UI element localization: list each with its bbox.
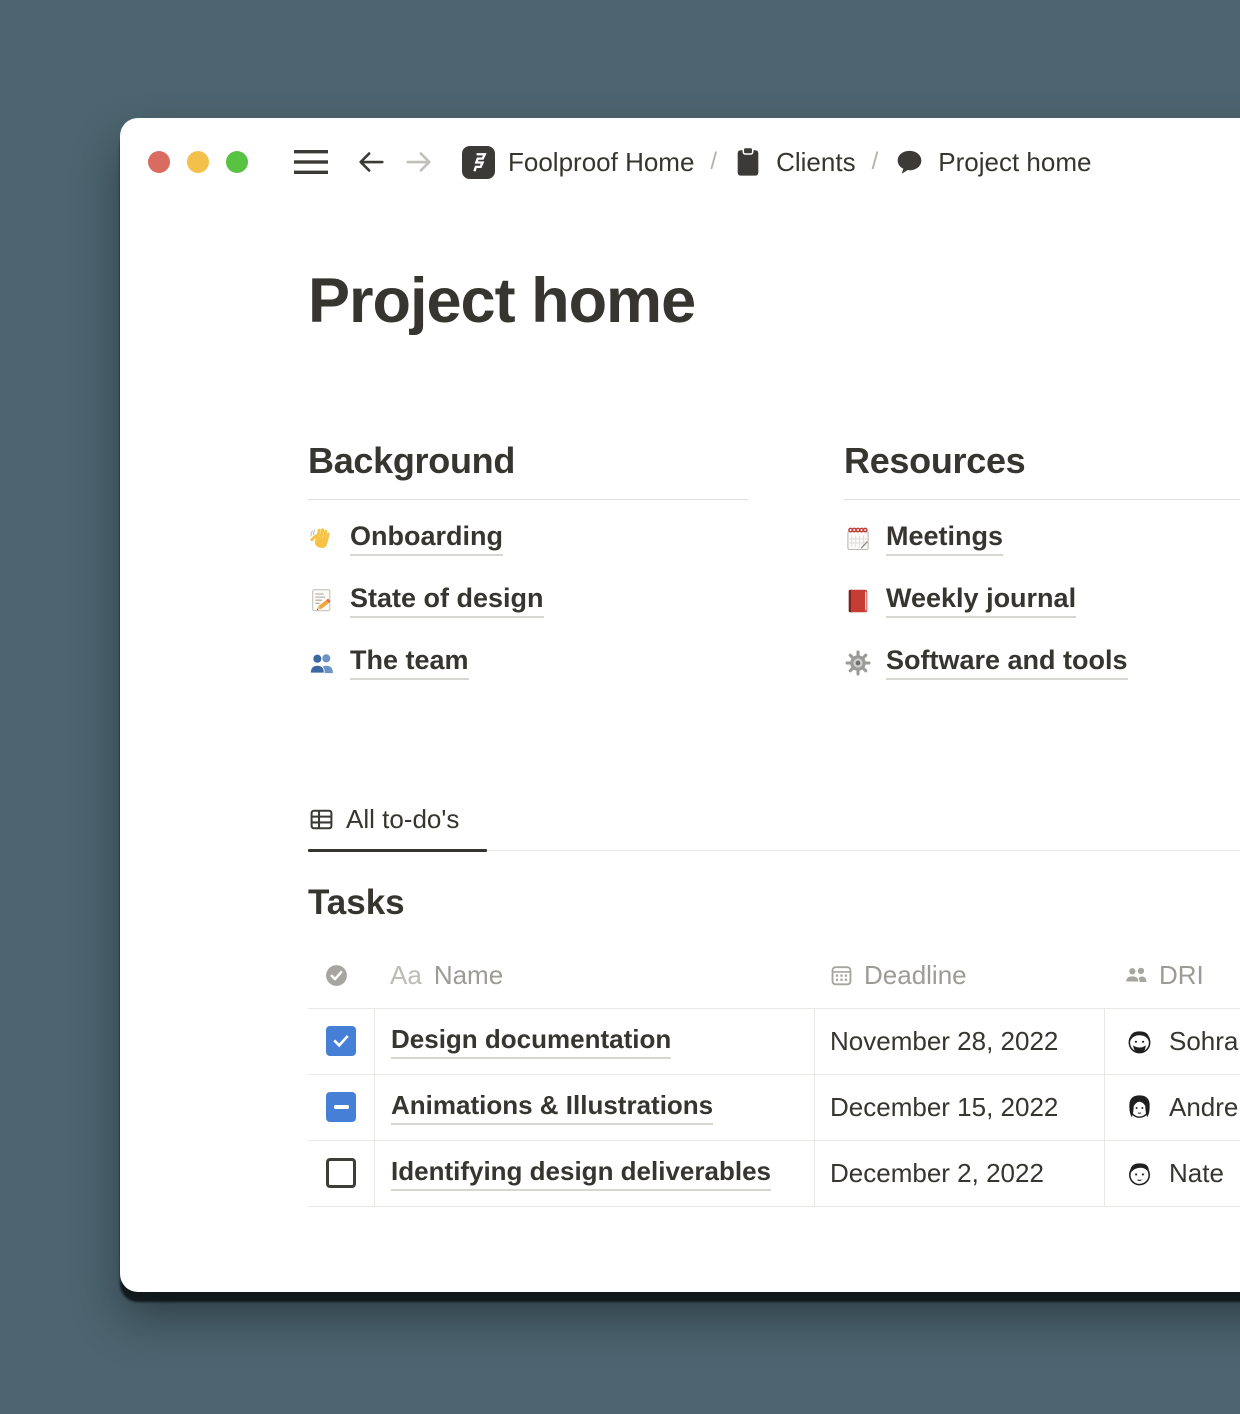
task-checkbox[interactable] [326,1026,356,1056]
task-checkbox[interactable] [326,1158,356,1188]
gear-icon [844,649,872,677]
speech-bubble-icon [894,147,925,178]
page-link-label[interactable]: The team [350,645,469,680]
avatar [1124,1026,1155,1057]
column-label: Name [434,960,503,991]
waving-hand-icon [308,525,336,553]
divider [308,499,748,500]
red-book-icon [844,587,872,615]
breadcrumb-separator: / [710,148,717,176]
link-row-the-team[interactable]: The team [308,632,748,694]
app-window: Foolproof Home / Clients / Project home … [120,118,1240,1292]
breadcrumb-item-project-home[interactable]: Project home [894,147,1091,178]
forward-arrow-icon[interactable] [404,147,434,177]
section-resources: Resources [844,440,1240,694]
close-window-button[interactable] [148,151,170,173]
avatar [1124,1158,1155,1189]
task-name-cell[interactable]: Design documentation [374,1009,814,1074]
calendar-icon [829,963,854,988]
two-busts-icon [308,649,336,677]
task-deadline-cell[interactable]: November 28, 2022 [814,1009,1104,1074]
breadcrumb-label: Clients [776,147,855,178]
deadline-value: December 15, 2022 [830,1092,1058,1123]
section-background: Background [308,440,748,694]
task-dri-cell[interactable]: Nate [1104,1141,1240,1206]
table-row: Animations & Illustrations December 15, … [308,1075,1240,1141]
task-dri-cell[interactable]: Andre [1104,1075,1240,1140]
page-link-label[interactable]: Weekly journal [886,583,1076,618]
breadcrumb-item-workspace[interactable]: Foolproof Home [462,146,694,179]
column-header-deadline[interactable]: Deadline [814,943,1104,1008]
foolproof-logo-icon [462,146,495,179]
page-link-label[interactable]: Software and tools [886,645,1128,680]
section-heading: Background [308,440,748,482]
dri-name: Andre [1169,1092,1238,1123]
column-label: Deadline [864,960,967,991]
link-row-state-of-design[interactable]: State of design [308,570,748,632]
menu-icon[interactable] [294,149,328,175]
back-arrow-icon[interactable] [356,147,386,177]
link-row-weekly-journal[interactable]: Weekly journal [844,570,1240,632]
tab-all-todos[interactable]: All to-do's [308,804,487,850]
breadcrumb-label: Project home [938,147,1091,178]
clipboard-icon [733,146,763,178]
breadcrumb-separator: / [872,148,879,176]
link-row-meetings[interactable]: Meetings [844,508,1240,570]
tasks-table: Aa Name Deadline [308,943,1240,1207]
column-header-name[interactable]: Aa Name [374,943,814,1008]
minimize-window-button[interactable] [187,151,209,173]
tasks-title: Tasks [308,883,1240,923]
spiral-calendar-icon [844,525,872,553]
dri-name: Nate [1169,1158,1224,1189]
page-link-label[interactable]: Meetings [886,521,1003,556]
tab-label: All to-do's [346,804,459,835]
task-name-cell[interactable]: Identifying design deliverables [374,1141,814,1206]
table-row: Identifying design deliverables December… [308,1141,1240,1207]
breadcrumb-label: Foolproof Home [508,147,694,178]
table-view-icon [308,806,335,833]
dri-name: Sohra [1169,1026,1238,1057]
memo-pencil-icon [308,587,336,615]
section-heading: Resources [844,440,1240,482]
column-header-done[interactable] [308,943,374,1008]
page-content: Project home Background [120,180,1240,1207]
task-dri-cell[interactable]: Sohra [1104,1009,1240,1074]
link-row-software-and-tools[interactable]: Software and tools [844,632,1240,694]
table-row: Design documentation November 28, 2022 [308,1009,1240,1075]
divider [844,499,1240,500]
link-row-onboarding[interactable]: Onboarding [308,508,748,570]
breadcrumb-item-clients[interactable]: Clients [733,146,855,178]
page-link-label[interactable]: Onboarding [350,521,503,556]
task-deadline-cell[interactable]: December 15, 2022 [814,1075,1104,1140]
check-circle-icon [324,963,349,988]
text-type-icon: Aa [390,960,422,991]
task-page-link[interactable]: Identifying design deliverables [391,1156,771,1191]
task-name-cell[interactable]: Animations & Illustrations [374,1075,814,1140]
table-header-row: Aa Name Deadline [308,943,1240,1009]
people-icon [1123,962,1149,988]
task-page-link[interactable]: Design documentation [391,1024,671,1059]
zoom-window-button[interactable] [226,151,248,173]
page-link-label[interactable]: State of design [350,583,544,618]
avatar [1124,1092,1155,1123]
deadline-value: November 28, 2022 [830,1026,1058,1057]
task-checkbox[interactable] [326,1092,356,1122]
page-title: Project home [308,180,1240,340]
column-header-dri[interactable]: DRI [1104,943,1240,1008]
titlebar: Foolproof Home / Clients / Project home [120,118,1240,180]
view-tabs: All to-do's [308,804,1240,851]
task-page-link[interactable]: Animations & Illustrations [391,1090,713,1125]
task-deadline-cell[interactable]: December 2, 2022 [814,1141,1104,1206]
column-label: DRI [1159,960,1204,991]
deadline-value: December 2, 2022 [830,1158,1044,1189]
section-columns: Background [308,440,1240,694]
